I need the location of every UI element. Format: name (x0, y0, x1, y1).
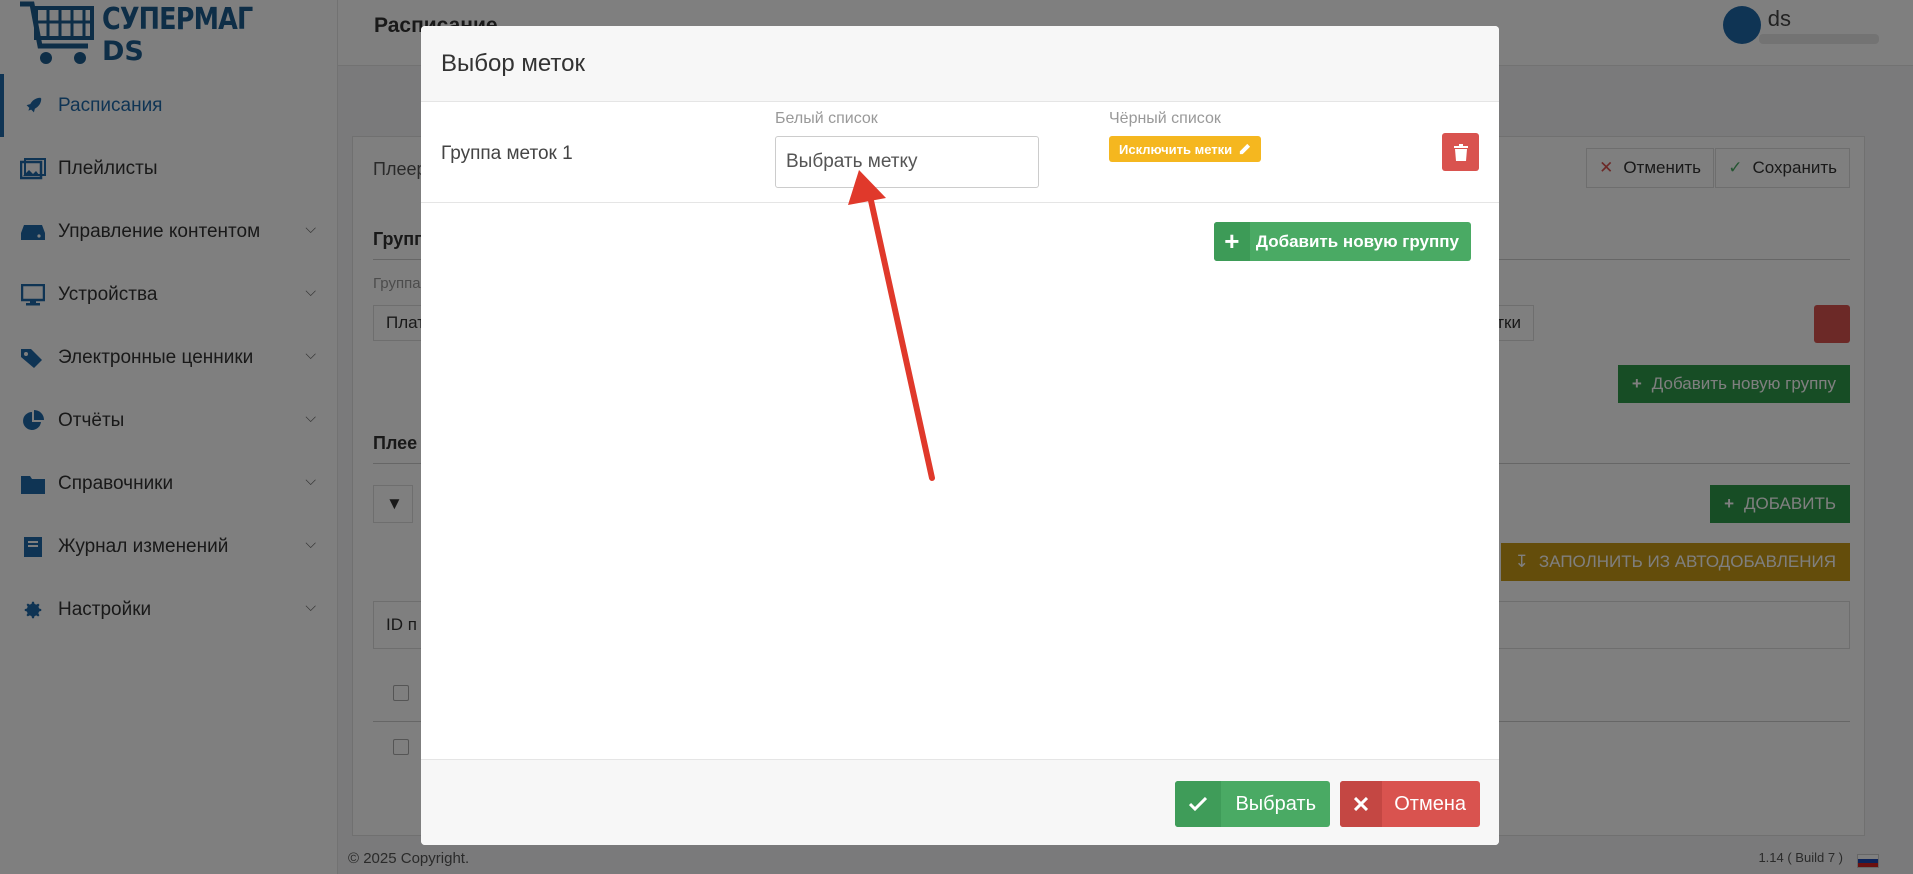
tag-group-name: Группа меток 1 (441, 143, 573, 164)
tag-group-row: Группа меток 1 Белый список Выбрать метк… (421, 102, 1499, 203)
delete-group-button[interactable] (1442, 133, 1479, 171)
check-icon (1175, 781, 1222, 827)
select-button-label: Выбрать (1235, 792, 1316, 815)
select-button[interactable]: Выбрать (1175, 781, 1330, 827)
whitelist-label: Белый список (775, 110, 878, 127)
modal-header: Выбор меток (421, 26, 1499, 102)
cancel-button[interactable]: Отмена (1340, 781, 1480, 827)
tag-selection-modal: Выбор меток Группа меток 1 Белый список … (421, 26, 1499, 845)
exclude-tags-button[interactable]: Исключить метки (1109, 136, 1262, 162)
add-new-group-label: Добавить новую группу (1255, 231, 1459, 251)
whitelist-placeholder: Выбрать метку (786, 151, 918, 172)
exclude-tags-label: Исключить метки (1119, 141, 1233, 157)
plus-icon: + (1213, 222, 1250, 261)
modal-title: Выбор меток (441, 50, 585, 77)
blacklist-label: Чёрный список (1109, 110, 1221, 127)
trash-icon (1453, 143, 1468, 161)
modal-footer: Выбрать Отмена (421, 759, 1499, 845)
add-new-group-button[interactable]: + Добавить новую группу (1213, 222, 1471, 261)
whitelist-select[interactable]: Выбрать метку (775, 136, 1039, 188)
cancel-button-label: Отмена (1394, 792, 1466, 815)
pencil-icon (1240, 143, 1251, 154)
close-icon (1340, 781, 1383, 827)
